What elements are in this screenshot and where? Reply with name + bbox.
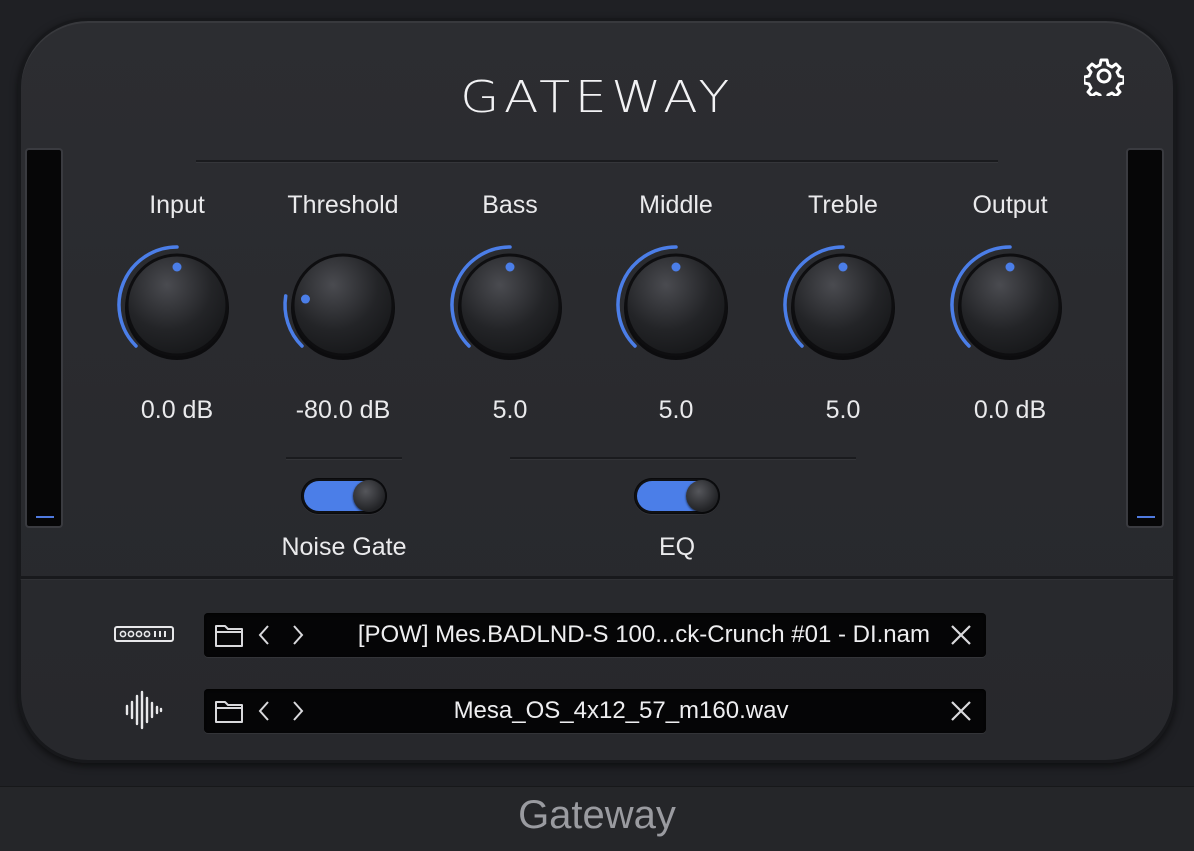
model-file-name[interactable]: [POW] Mes.BADLND-S 100...ck-Crunch #01 -… xyxy=(316,613,936,657)
knob-value: 5.0 xyxy=(492,396,528,424)
toggle-thumb xyxy=(353,480,385,512)
middle-knob[interactable] xyxy=(611,240,741,370)
eq-divider xyxy=(510,457,856,459)
input-knob[interactable] xyxy=(112,240,242,370)
knob-graphic xyxy=(950,245,1062,360)
input-meter-level xyxy=(36,516,54,518)
knob-threshold: Threshold -80.0 dB xyxy=(263,190,423,425)
footer-title: Gateway xyxy=(518,793,676,837)
close-icon[interactable] xyxy=(946,613,976,657)
noise-gate-label: Noise Gate xyxy=(281,533,407,561)
waveform-icon xyxy=(124,690,164,735)
knob-value: 0.0 dB xyxy=(973,396,1047,424)
amp-model-icon xyxy=(114,624,174,649)
knob-value: -80.0 dB xyxy=(295,396,391,424)
input-meter xyxy=(25,148,63,528)
knob-value: 5.0 xyxy=(825,396,861,424)
knob-body xyxy=(291,253,395,357)
knob-output: Output 0.0 dB xyxy=(930,190,1090,425)
knob-label: Middle xyxy=(639,191,713,219)
chevron-right-icon[interactable] xyxy=(286,613,310,657)
knob-input: Input 0.0 dB xyxy=(97,190,257,425)
knob-indicator xyxy=(172,262,182,272)
folder-icon[interactable] xyxy=(212,689,246,733)
output-knob[interactable] xyxy=(945,240,1075,370)
knob-graphic xyxy=(117,245,229,360)
header-divider xyxy=(196,160,998,162)
threshold-knob[interactable] xyxy=(278,240,408,370)
treble-knob[interactable] xyxy=(778,240,908,370)
app-title: GATEWAY xyxy=(460,72,734,123)
chevron-left-icon[interactable] xyxy=(252,613,276,657)
toggle-thumb xyxy=(686,480,718,512)
gear-icon[interactable] xyxy=(1082,56,1126,102)
noise-gate-toggle[interactable] xyxy=(301,478,387,514)
knob-indicator xyxy=(1005,262,1015,272)
model-loader: [POW] Mes.BADLND-S 100...ck-Crunch #01 -… xyxy=(204,613,986,657)
output-meter-level xyxy=(1137,516,1155,518)
knob-label: Output xyxy=(972,191,1048,219)
eq-label: EQ xyxy=(658,533,696,561)
gate-divider xyxy=(286,457,402,459)
knob-value: 5.0 xyxy=(658,396,694,424)
knob-label: Threshold xyxy=(287,191,399,219)
knob-graphic xyxy=(616,245,728,360)
knob-graphic xyxy=(283,253,395,360)
chevron-right-icon[interactable] xyxy=(286,689,310,733)
ir-file-name[interactable]: Mesa_OS_4x12_57_m160.wav xyxy=(316,689,926,733)
knob-indicator xyxy=(505,262,515,272)
knob-label: Bass xyxy=(482,191,538,219)
chevron-left-icon[interactable] xyxy=(252,689,276,733)
output-meter xyxy=(1126,148,1164,528)
knob-bass: Bass 5.0 xyxy=(430,190,590,425)
ir-loader: Mesa_OS_4x12_57_m160.wav xyxy=(204,689,986,733)
knob-treble: Treble 5.0 xyxy=(763,190,923,425)
close-icon[interactable] xyxy=(946,689,976,733)
eq-toggle[interactable] xyxy=(634,478,720,514)
folder-icon[interactable] xyxy=(212,613,246,657)
knob-label: Treble xyxy=(808,191,878,219)
knob-indicator xyxy=(838,262,848,272)
knob-label: Input xyxy=(149,191,205,219)
knob-indicator xyxy=(671,262,681,272)
knob-middle: Middle 5.0 xyxy=(596,190,756,425)
knob-graphic xyxy=(783,245,895,360)
knob-indicator xyxy=(300,294,310,304)
knob-value: 0.0 dB xyxy=(140,396,214,424)
bass-knob[interactable] xyxy=(445,240,575,370)
section-separator xyxy=(20,576,1174,579)
knob-graphic xyxy=(450,245,562,360)
